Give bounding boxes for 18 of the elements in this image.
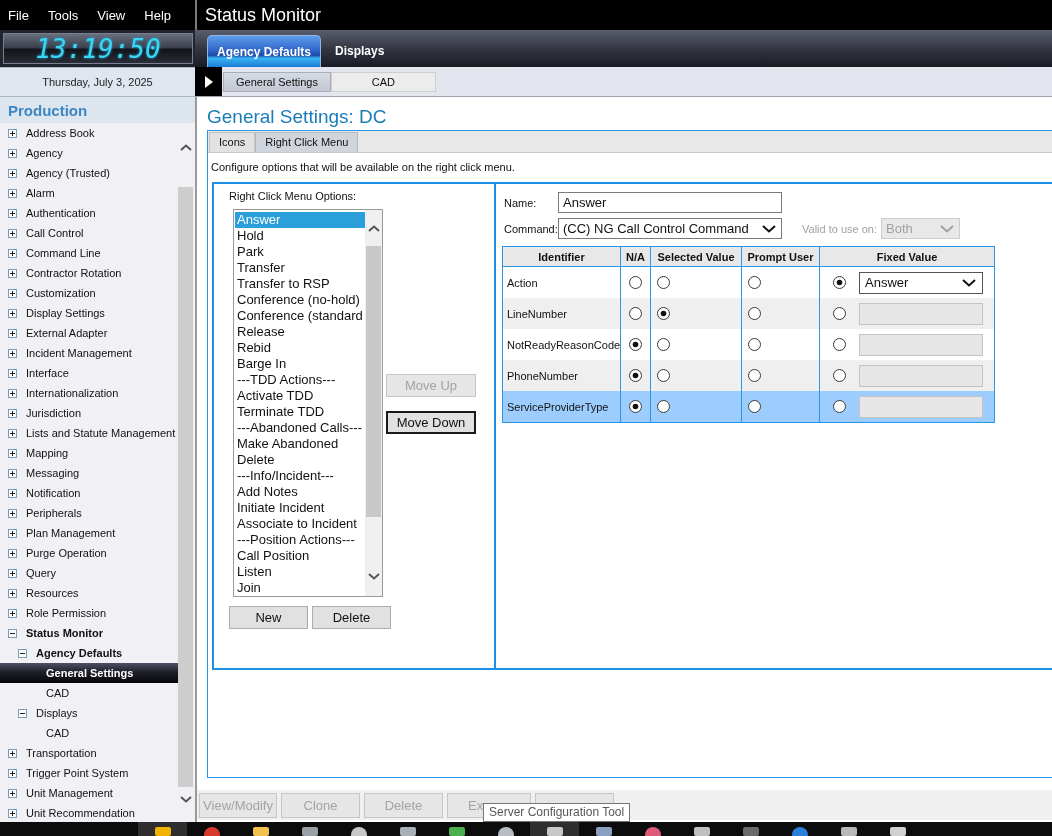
field-label: Valid to use on: — [802, 222, 877, 235]
column-header: N/A — [620, 246, 651, 267]
field-label: Name: — [504, 196, 538, 209]
column-header: Prompt User — [741, 246, 820, 267]
table-cell: ServiceProviderType — [502, 391, 621, 423]
table-cell: LineNumber — [502, 298, 621, 329]
page-title: General Settings: DC — [207, 106, 387, 128]
description-text: Configure options that will be available on the right click menu. — [210, 160, 515, 175]
column-header: Selected Value — [650, 246, 742, 267]
field-label: Command: — [504, 222, 558, 235]
column-header: Fixed Value — [819, 246, 995, 267]
column-header: Identifier — [502, 246, 621, 267]
list-label: Right Click Menu Options: — [229, 190, 357, 203]
window-title: Status Monitor — [205, 4, 322, 26]
tooltip: Server Configuration Tool — [483, 803, 631, 822]
date-label: Thursday, July 3, 2025 — [42, 76, 153, 88]
clock-time: 13:19:50 — [35, 33, 161, 64]
section-title: Production — [0, 97, 195, 123]
